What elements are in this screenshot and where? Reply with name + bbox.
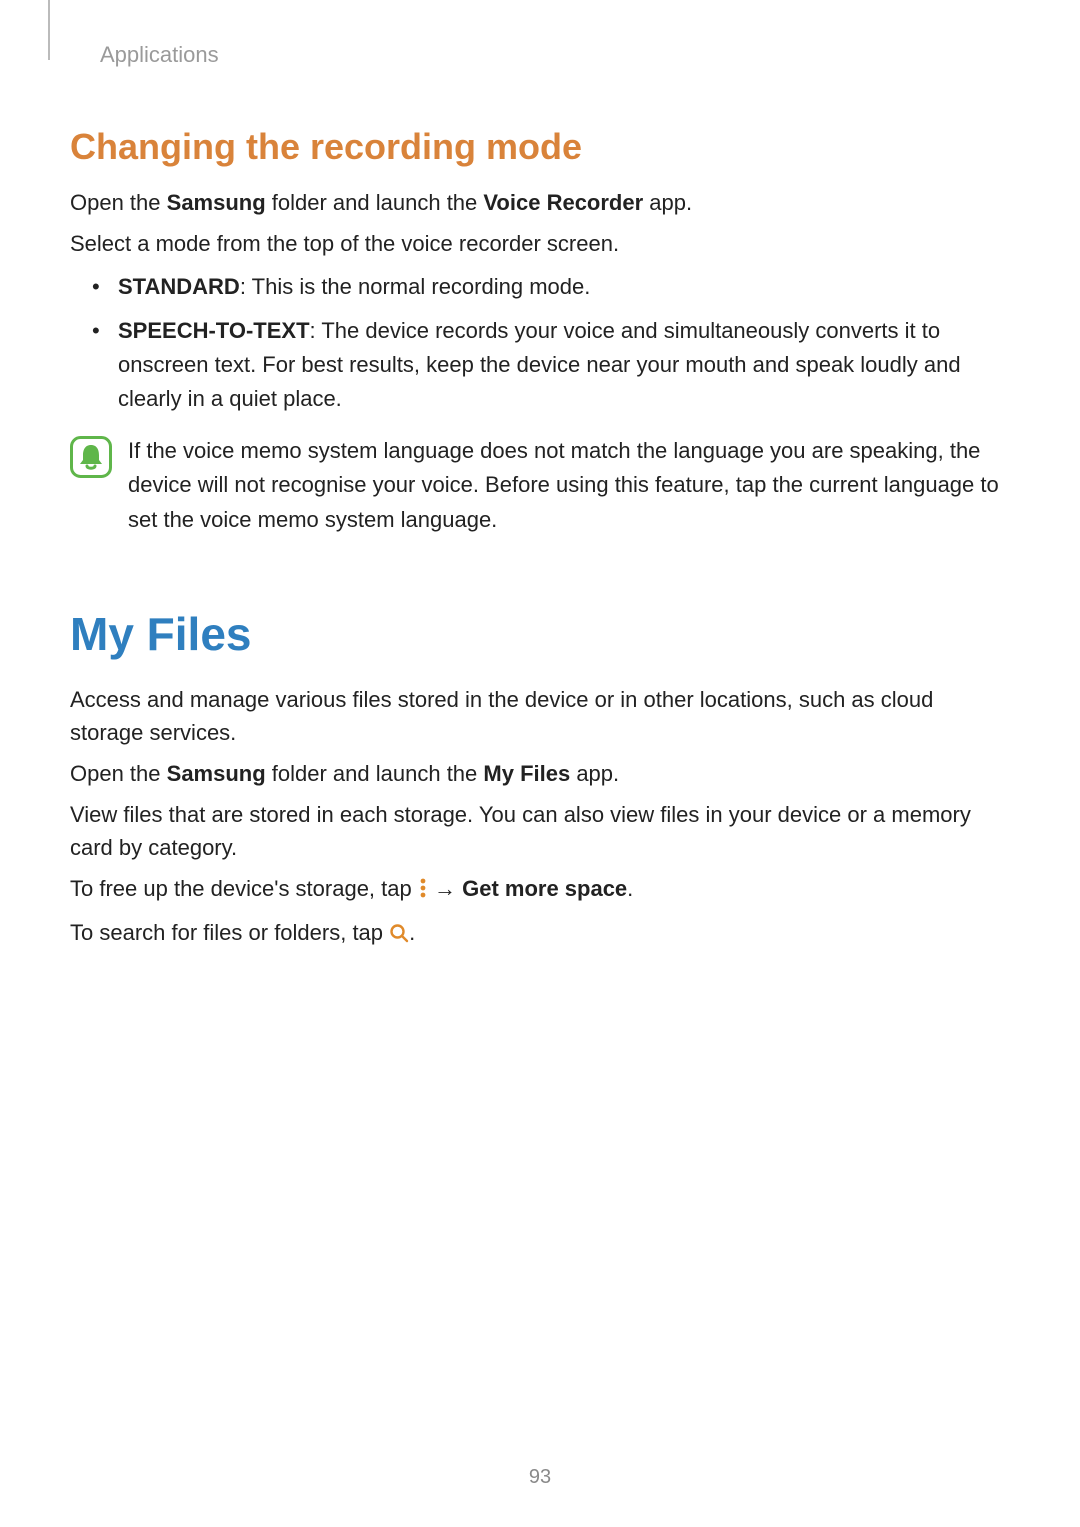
- search-icon: [389, 919, 409, 952]
- paragraph: To free up the device's storage, tap → G…: [70, 872, 1010, 908]
- text: To search for files or folders, tap: [70, 920, 389, 945]
- text: : This is the normal recording mode.: [240, 274, 591, 299]
- paragraph: Select a mode from the top of the voice …: [70, 227, 1010, 260]
- list-item: SPEECH-TO-TEXT: The device records your …: [70, 314, 1010, 416]
- page-number: 93: [0, 1466, 1080, 1489]
- paragraph: Access and manage various files stored i…: [70, 683, 1010, 749]
- text: →: [428, 876, 462, 901]
- note-callout: If the voice memo system language does n…: [70, 434, 1010, 536]
- paragraph: Open the Samsung folder and launch the V…: [70, 186, 1010, 219]
- text: app.: [643, 190, 692, 215]
- bold-text: Voice Recorder: [483, 190, 643, 215]
- paragraph: To search for files or folders, tap .: [70, 916, 1010, 952]
- bold-text: SPEECH-TO-TEXT: [118, 318, 310, 343]
- text: .: [409, 920, 415, 945]
- text: app.: [570, 761, 619, 786]
- bold-text: Get more space: [462, 876, 627, 901]
- bell-note-icon: [70, 436, 112, 478]
- page: Applications Changing the recording mode…: [0, 0, 1080, 1527]
- list-item: STANDARD: This is the normal recording m…: [70, 270, 1010, 304]
- heading-my-files: My Files: [70, 607, 1010, 661]
- text: .: [627, 876, 633, 901]
- heading-changing-recording-mode: Changing the recording mode: [70, 126, 1010, 168]
- paragraph: View files that are stored in each stora…: [70, 798, 1010, 864]
- text: folder and launch the: [266, 190, 484, 215]
- text: To free up the device's storage, tap: [70, 876, 418, 901]
- mode-list: STANDARD: This is the normal recording m…: [70, 270, 1010, 416]
- text: Open the: [70, 761, 167, 786]
- more-options-icon: [418, 875, 428, 908]
- bold-text: Samsung: [167, 190, 266, 215]
- bold-text: My Files: [483, 761, 570, 786]
- header-decor-line: [48, 0, 50, 60]
- bold-text: STANDARD: [118, 274, 240, 299]
- text: folder and launch the: [266, 761, 484, 786]
- bold-text: Samsung: [167, 761, 266, 786]
- section-label: Applications: [100, 42, 1010, 68]
- paragraph: Open the Samsung folder and launch the M…: [70, 757, 1010, 790]
- note-text: If the voice memo system language does n…: [128, 434, 1010, 536]
- text: Open the: [70, 190, 167, 215]
